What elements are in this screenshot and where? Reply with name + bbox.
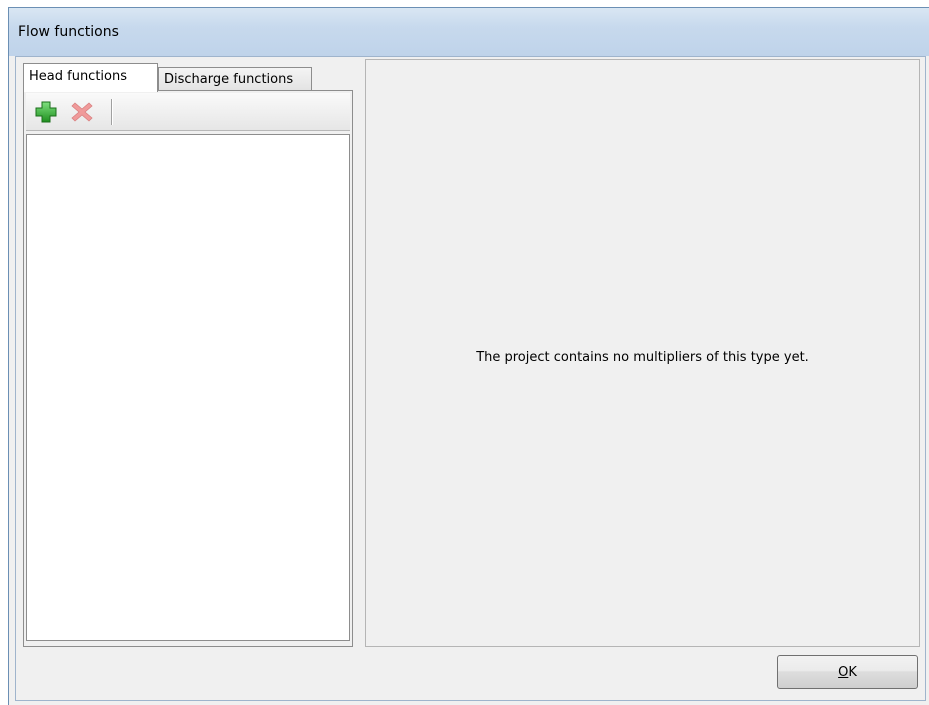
empty-state-message: The project contains no multipliers of t… [476,350,809,365]
tab-head-functions[interactable]: Head functions [23,63,158,92]
flow-functions-dialog: Flow functions Head functions Discharge … [8,7,929,705]
ok-button[interactable]: OK [777,655,918,689]
function-detail-panel: The project contains no multipliers of t… [365,59,920,647]
list-toolbar [26,93,350,131]
title-bar: Flow functions [9,8,929,56]
add-function-button[interactable] [34,100,58,124]
tab-head-functions-label: Head functions [29,69,128,84]
tab-discharge-functions[interactable]: Discharge functions [158,67,312,90]
delete-function-button[interactable] [70,100,94,124]
window-title: Flow functions [18,24,119,40]
plus-icon [35,101,57,123]
ok-mnemonic: O [838,665,849,680]
tab-panel-head-functions [23,90,353,647]
ok-label-rest: K [848,665,857,680]
toolbar-separator [111,99,113,125]
tab-discharge-functions-label: Discharge functions [164,72,294,87]
delete-x-icon [71,102,93,122]
head-functions-list[interactable] [26,134,350,641]
